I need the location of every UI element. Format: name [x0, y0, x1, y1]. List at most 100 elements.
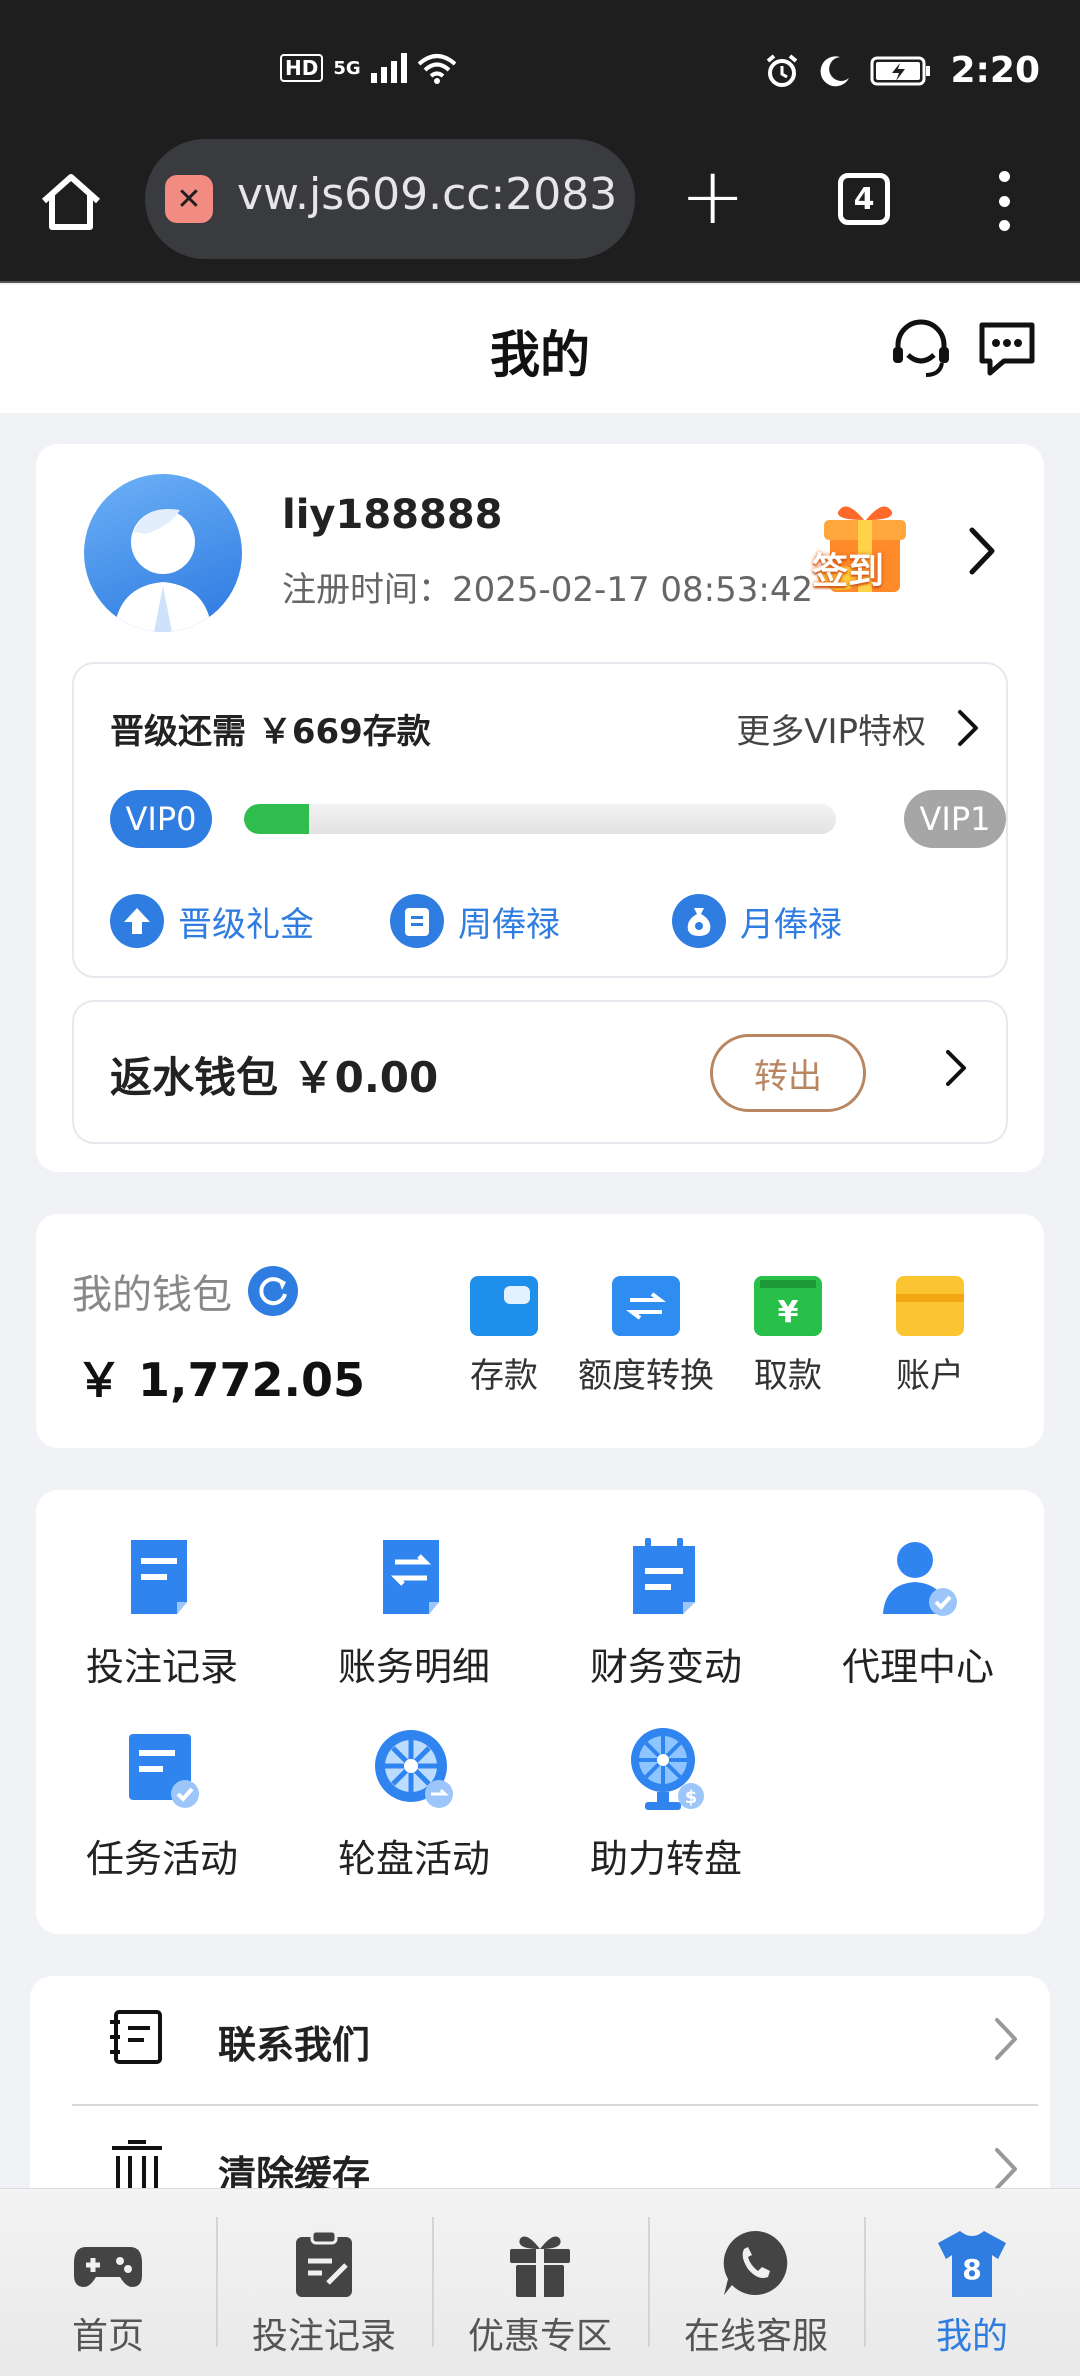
prize-wheel-icon: $ — [621, 1724, 711, 1814]
grid-finance-changes[interactable]: 财务变动 — [566, 1532, 766, 1691]
grid-label[interactable]: 账务明细 — [314, 1636, 514, 1691]
clock: 2:20 — [950, 50, 1040, 91]
register-time: 注册时间：2025-02-17 08:53:42 — [282, 570, 814, 610]
nav-label[interactable]: 在线客服 — [648, 2307, 864, 2359]
avatar[interactable] — [84, 474, 242, 632]
signin-label[interactable]: 签到 — [812, 542, 884, 594]
vip-progress-fill — [244, 804, 310, 834]
avatar-person-icon — [114, 508, 212, 632]
nav-label[interactable]: 我的 — [864, 2307, 1080, 2359]
grid-account-details[interactable]: 账务明细 — [314, 1532, 514, 1691]
rebate-wallet-row[interactable]: 返水钱包 ￥0.00 转出 — [72, 1000, 1008, 1144]
grid-agent-center[interactable]: 代理中心 — [818, 1532, 1018, 1691]
nav-online-service[interactable]: 在线客服 — [648, 2189, 864, 2376]
url-bar[interactable]: ✕ vw.js609.cc:2083 — [145, 139, 635, 259]
vip-current-level: VIP0 — [110, 790, 212, 848]
transfer-icon — [612, 1276, 680, 1336]
task-icon — [117, 1724, 207, 1814]
chevron-right-icon[interactable] — [992, 2016, 1020, 2062]
arrow-up-icon — [110, 894, 164, 948]
grid-task-activity[interactable]: 任务活动 — [62, 1724, 262, 1883]
status-left: HD 5G — [280, 52, 457, 84]
grid-label[interactable]: 任务活动 — [62, 1828, 262, 1883]
home-icon[interactable] — [36, 167, 106, 237]
vip-more-link[interactable]: 更多VIP特权 — [736, 704, 926, 753]
bottom-nav: 首页 投注记录 优惠专区 在线客服 8 我的 — [0, 2188, 1080, 2376]
signin-button[interactable]: 签到 — [806, 494, 926, 604]
jersey-icon: 8 — [936, 2227, 1008, 2299]
status-right: 2:20 — [764, 50, 1040, 91]
url-text[interactable]: vw.js609.cc:2083 — [237, 169, 617, 220]
jersey-number: 8 — [962, 2253, 981, 2286]
nav-label[interactable]: 优惠专区 — [432, 2307, 648, 2359]
insecure-icon[interactable]: ✕ — [165, 175, 213, 223]
contact-book-icon — [110, 2010, 162, 2064]
message-icon[interactable] — [974, 315, 1040, 381]
perk-label[interactable]: 月俸禄 — [740, 897, 842, 946]
nav-label[interactable]: 首页 — [0, 2307, 216, 2359]
transfer-label[interactable]: 额度转换 — [576, 1348, 716, 1397]
chevron-right-icon[interactable] — [966, 526, 998, 576]
document-icon — [117, 1532, 207, 1622]
account-label[interactable]: 账户 — [860, 1348, 1000, 1397]
rebate-wallet-label: 返水钱包 ￥0.00 — [110, 1053, 439, 1102]
grid-bet-records[interactable]: 投注记录 — [62, 1532, 262, 1691]
wallet-balance: ￥ 1,772.05 — [76, 1353, 366, 1407]
grid-label[interactable]: 轮盘活动 — [314, 1828, 514, 1883]
moon-icon — [821, 55, 850, 86]
grid-label[interactable]: 代理中心 — [818, 1636, 1018, 1691]
browser-menu-button[interactable] — [994, 171, 1014, 231]
alarm-icon — [767, 53, 798, 87]
perk-label[interactable]: 晋级礼金 — [178, 897, 314, 946]
grid-label[interactable]: 助力转盘 — [566, 1828, 766, 1883]
contact-us-label[interactable]: 联系我们 — [218, 2014, 370, 2069]
chat-phone-icon — [720, 2227, 792, 2299]
wheel-icon — [369, 1724, 459, 1814]
withdraw-label[interactable]: 取款 — [718, 1348, 858, 1397]
deposit-button[interactable]: 存款 — [434, 1276, 574, 1397]
nav-promotions[interactable]: 优惠专区 — [432, 2189, 648, 2376]
grid-label[interactable]: 投注记录 — [62, 1636, 262, 1691]
customer-service-icon[interactable] — [888, 315, 954, 381]
network-badge: 5G — [333, 57, 361, 79]
transfer-document-icon — [369, 1532, 459, 1622]
money-bag-icon — [672, 894, 726, 948]
new-tab-button[interactable]: + — [680, 157, 745, 237]
vip-panel: 晋级还需 ￥669存款 更多VIP特权 VIP0 VIP1 晋级礼金 周俸禄 月… — [72, 662, 1008, 978]
tabs-button[interactable]: 4 — [838, 173, 890, 225]
username: liy188888 — [282, 492, 503, 538]
browser-toolbar: ✕ vw.js609.cc:2083 + 4 — [0, 135, 1080, 283]
nav-label[interactable]: 投注记录 — [216, 2307, 432, 2359]
perk-weekly-salary[interactable]: 周俸禄 — [390, 894, 560, 948]
nav-mine[interactable]: 8 我的 — [864, 2189, 1080, 2376]
grid-label[interactable]: 财务变动 — [566, 1636, 766, 1691]
withdraw-button[interactable]: ¥ 取款 — [718, 1276, 858, 1397]
deposit-label[interactable]: 存款 — [434, 1348, 574, 1397]
refresh-icon[interactable] — [248, 1266, 298, 1316]
perk-label[interactable]: 周俸禄 — [458, 897, 560, 946]
feature-grid-card: 投注记录 账务明细 财务变动 代理中心 任务活动 轮盘活动 $ 助力转盘 — [36, 1490, 1044, 1934]
contact-us-row[interactable]: 联系我们 — [72, 1976, 1038, 2104]
nav-home[interactable]: 首页 — [0, 2189, 216, 2376]
clipboard-edit-icon — [288, 2227, 360, 2299]
wifi-icon — [417, 54, 456, 84]
account-button[interactable]: 账户 — [860, 1276, 1000, 1397]
nav-bet-records[interactable]: 投注记录 — [216, 2189, 432, 2376]
perk-upgrade-bonus[interactable]: 晋级礼金 — [110, 894, 314, 948]
chevron-right-icon[interactable] — [956, 708, 980, 748]
page-header: 我的 — [0, 285, 1080, 413]
chevron-right-icon[interactable] — [992, 2146, 1020, 2192]
clipboard-icon — [390, 894, 444, 948]
vip-next-level: VIP1 — [904, 790, 1006, 848]
transfer-button[interactable]: 额度转换 — [576, 1276, 716, 1397]
hd-badge: HD — [280, 54, 324, 82]
svg-text:¥: ¥ — [778, 1295, 799, 1330]
profile-card: liy188888 注册时间：2025-02-17 08:53:42 签到 晋级… — [36, 444, 1044, 1172]
transfer-out-button[interactable]: 转出 — [710, 1034, 866, 1112]
battery-icon — [870, 56, 931, 85]
grid-wheel-activity[interactable]: 轮盘活动 — [314, 1724, 514, 1883]
perk-monthly-salary[interactable]: 月俸禄 — [672, 894, 842, 948]
cash-icon: ¥ — [754, 1276, 822, 1336]
grid-boost-wheel[interactable]: $ 助力转盘 — [566, 1724, 766, 1883]
chevron-right-icon[interactable] — [944, 1048, 968, 1088]
